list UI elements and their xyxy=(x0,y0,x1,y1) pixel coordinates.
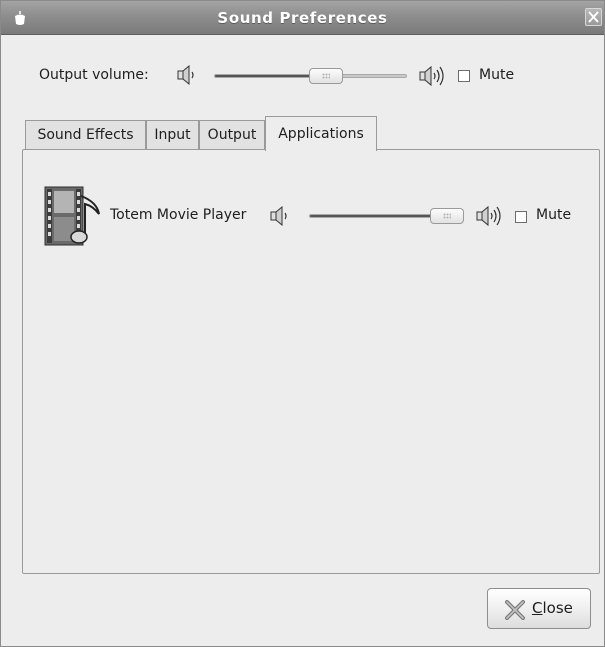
speaker-low-icon xyxy=(270,206,287,226)
tab-sound-effects[interactable]: Sound Effects xyxy=(25,120,146,149)
output-mute-label[interactable]: Mute xyxy=(479,67,514,83)
sound-preferences-window: Sound Preferences Output volume: Mute So… xyxy=(0,0,605,647)
film-music-icon xyxy=(44,186,100,246)
close-button[interactable]: Close xyxy=(487,588,591,629)
applications-panel xyxy=(22,149,600,574)
close-icon xyxy=(588,11,599,23)
tab-output[interactable]: Output xyxy=(199,120,265,149)
output-volume-label: Output volume: xyxy=(39,67,149,83)
speaker-low-icon xyxy=(177,65,194,85)
close-mnemonic: C xyxy=(532,599,543,617)
close-label-rest: lose xyxy=(542,599,573,617)
app-name-totem: Totem Movie Player xyxy=(110,207,247,223)
app-volume-thumb[interactable] xyxy=(430,208,464,224)
window-close-button[interactable] xyxy=(585,8,602,26)
close-button-label: Close xyxy=(532,599,573,617)
speaker-high-icon xyxy=(419,65,444,87)
output-mute-checkbox[interactable] xyxy=(458,70,470,82)
app-volume-fill xyxy=(310,215,448,217)
close-x-icon xyxy=(505,600,525,620)
tab-applications[interactable]: Applications xyxy=(265,116,377,151)
output-volume-thumb[interactable] xyxy=(309,68,344,84)
app-mute-checkbox[interactable] xyxy=(515,211,527,223)
title-bar[interactable]: Sound Preferences xyxy=(1,1,604,35)
speaker-high-icon xyxy=(476,205,501,227)
window-title: Sound Preferences xyxy=(217,9,388,27)
tab-input[interactable]: Input xyxy=(146,120,199,149)
app-mute-label[interactable]: Mute xyxy=(536,207,571,223)
